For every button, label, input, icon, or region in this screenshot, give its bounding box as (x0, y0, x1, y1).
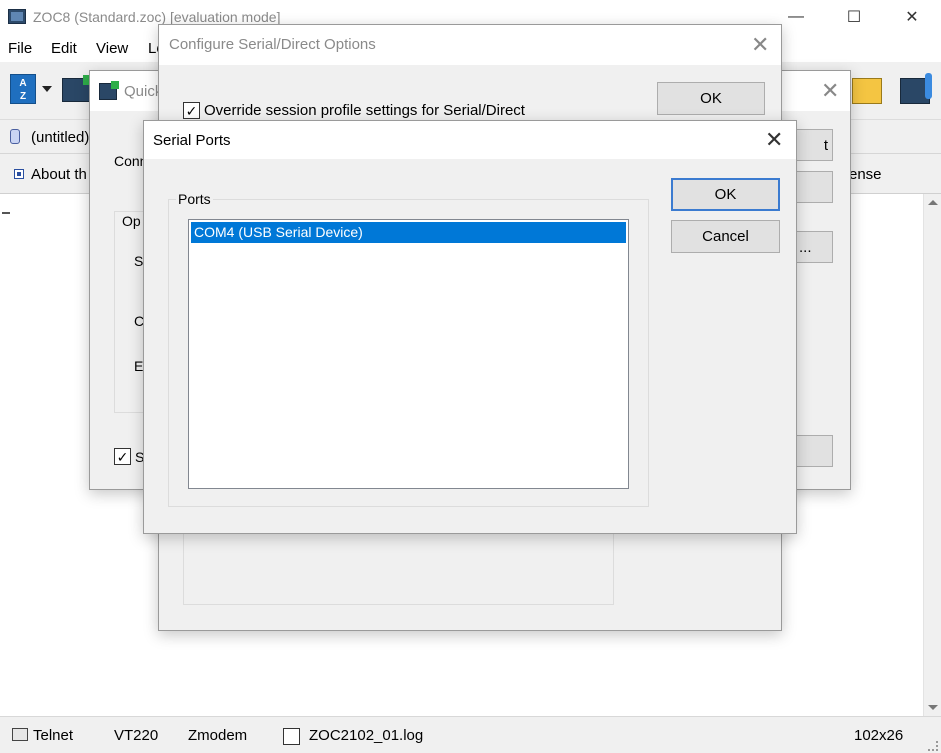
scroll-up-icon[interactable] (928, 200, 938, 205)
quick-connect-icon (99, 81, 119, 100)
sort-az-icon[interactable]: AZ (10, 74, 36, 104)
quick-connect-checkbox[interactable]: ✓ (114, 448, 131, 465)
menu-view[interactable]: View (96, 40, 128, 57)
option-label-s: S (134, 253, 144, 269)
terminal-play-icon[interactable] (62, 75, 93, 102)
telnet-icon (12, 728, 28, 741)
override-settings-checkbox[interactable]: ✓ (183, 102, 200, 119)
configure-serial-close-icon[interactable]: ✕ (751, 34, 769, 56)
maximize-button[interactable]: ☐ (825, 0, 883, 34)
configure-serial-title-bar: Configure Serial/Direct Options ✕ (159, 25, 781, 65)
menu-edit[interactable]: Edit (51, 40, 77, 57)
serial-ports-close-icon[interactable]: ✕ (765, 129, 783, 151)
options-group-label: Op (122, 213, 141, 229)
port-list-item[interactable]: COM4 (USB Serial Device) (191, 222, 626, 243)
quick-connect-button-bottom[interactable] (796, 435, 833, 467)
status-protocol[interactable]: Telnet (33, 727, 73, 744)
ports-listbox[interactable]: COM4 (USB Serial Device) (188, 219, 629, 489)
window-title: ZOC8 (Standard.zoc) [evaluation mode] (33, 9, 281, 25)
about-button[interactable]: About th (31, 166, 87, 183)
menu-file[interactable]: File (8, 40, 32, 57)
quick-connect-browse-button[interactable]: ... (796, 231, 833, 263)
terminal-scrollbar[interactable] (923, 194, 941, 716)
serial-ports-ok-button[interactable]: OK (671, 178, 780, 211)
license-button[interactable]: ense (849, 166, 882, 183)
status-emulation[interactable]: VT220 (114, 727, 158, 744)
quick-connect-button-t[interactable]: t (796, 129, 833, 161)
quick-connect-close-icon[interactable]: ✕ (821, 80, 839, 102)
resize-grip-icon[interactable] (928, 741, 938, 751)
option-label-e: E (134, 358, 144, 374)
configure-serial-ok-button[interactable]: OK (657, 82, 765, 115)
session-tab-label[interactable]: (untitled) (31, 129, 89, 146)
close-button[interactable]: ✕ (883, 0, 941, 34)
status-logfile[interactable]: ZOC2102_01.log (309, 727, 423, 744)
serial-ports-title-bar: Serial Ports ✕ (144, 121, 796, 159)
terminal-script-icon[interactable] (900, 73, 932, 104)
serial-ports-dialog: Serial Ports ✕ Ports COM4 (USB Serial De… (143, 120, 797, 534)
dropdown-arrow-icon[interactable] (42, 86, 52, 92)
status-transfer[interactable]: Zmodem (188, 727, 247, 744)
terminal-cursor (2, 212, 10, 214)
configure-serial-title: Configure Serial/Direct Options (169, 36, 376, 53)
ports-group-label: Ports (176, 191, 213, 207)
status-bar: Telnet VT220 Zmodem ZOC2102_01.log 102x2… (0, 716, 941, 753)
about-button-icon (14, 169, 24, 179)
app-icon (8, 9, 26, 24)
logging-checkbox[interactable] (283, 728, 300, 745)
override-settings-label: Override session profile settings for Se… (204, 102, 525, 119)
serial-ports-title: Serial Ports (153, 132, 231, 149)
folder-icon[interactable] (852, 78, 882, 104)
quick-connect-button-2[interactable] (796, 171, 833, 203)
status-size: 102x26 (854, 727, 904, 744)
session-tab-icon (10, 129, 20, 144)
quick-connect-title: Quick (124, 83, 163, 100)
serial-ports-cancel-button[interactable]: Cancel (671, 220, 780, 253)
scroll-down-icon[interactable] (928, 705, 938, 710)
